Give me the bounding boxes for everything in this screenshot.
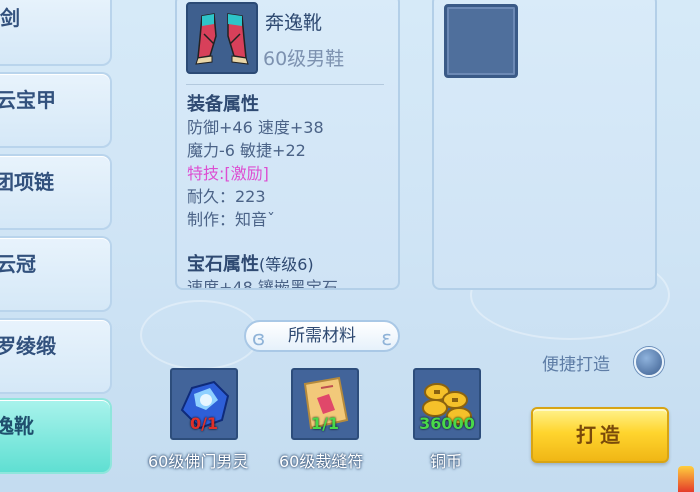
background-swirl bbox=[140, 300, 260, 370]
tailor-talisman-icon: 1/1 bbox=[291, 368, 359, 440]
material-label: 铜币 bbox=[430, 452, 463, 471]
material-slot[interactable]: 36000 bbox=[413, 368, 481, 440]
swirl-right-icon: ɛ bbox=[381, 326, 392, 350]
material-count: 36000 bbox=[419, 414, 475, 433]
item-info-panel: 奔逸靴 60级男鞋 装备属性 防御+46 速度+38 魔力-6 敏捷+22 特技… bbox=[175, 0, 400, 290]
firecracker-icon bbox=[678, 466, 694, 492]
materials-header: ɞ 所需材料 ɛ bbox=[244, 320, 400, 352]
stats-line: 防御+46 速度+38 bbox=[187, 118, 324, 137]
equipment-list-item-label: 剑 bbox=[0, 6, 20, 30]
material-count: 0/1 bbox=[189, 414, 219, 433]
boots-icon[interactable] bbox=[186, 2, 258, 74]
equipment-list-item-label: 云宝甲 bbox=[0, 88, 56, 112]
equipment-list-item[interactable]: 剑 bbox=[0, 0, 112, 66]
equipment-list-item[interactable]: 团项链 bbox=[0, 154, 112, 230]
forge-button[interactable]: 打造 bbox=[531, 407, 669, 463]
equipment-attributes-title: 装备属性 bbox=[187, 94, 259, 115]
durability-line: 耐久：223 bbox=[187, 187, 266, 206]
materials-header-label: 所需材料 bbox=[288, 326, 356, 346]
equipment-list-item[interactable]: 云冠 bbox=[0, 236, 112, 312]
spirit-stone-icon: 0/1 bbox=[170, 368, 238, 440]
swirl-left-icon: ɞ bbox=[252, 326, 266, 350]
gem-level: (等级6) bbox=[259, 255, 314, 274]
gem-title: 宝石属性 bbox=[187, 254, 259, 275]
stunt-line: 特技:[激励] bbox=[187, 160, 269, 184]
stats-line: 魔力-6 敏捷+22 bbox=[187, 141, 306, 160]
item-level-type: 60级男鞋 bbox=[263, 48, 345, 70]
divider bbox=[186, 84, 384, 85]
gem-attributes-title: 宝石属性(等级6) bbox=[187, 250, 314, 276]
equipment-list-item-label: 逸靴 bbox=[0, 414, 34, 438]
stunt-label: 特技: bbox=[187, 164, 225, 183]
empty-item-slot[interactable] bbox=[444, 4, 518, 78]
item-name: 奔逸靴 bbox=[265, 12, 323, 34]
equipment-list-item[interactable]: 云宝甲 bbox=[0, 72, 112, 148]
material-label: 60级佛门男灵 bbox=[148, 452, 249, 471]
maker-line: 制作：知音ˇ bbox=[187, 210, 276, 229]
material-slot[interactable]: 0/1 bbox=[170, 368, 238, 440]
equipment-list: 剑 云宝甲 团项链 云冠 罗绫缎 逸靴 bbox=[0, 0, 116, 492]
material-slot[interactable]: 1/1 bbox=[291, 368, 359, 440]
result-panel bbox=[432, 0, 657, 290]
equipment-list-item[interactable]: 罗绫缎 bbox=[0, 318, 112, 394]
material-count: 1/1 bbox=[310, 414, 340, 433]
quick-forge-label: 便捷打造 bbox=[542, 355, 610, 375]
gem-stats-line: 速度+48 镶嵌黑宝石 bbox=[187, 278, 338, 290]
stunt-value: [激励] bbox=[224, 164, 269, 183]
quick-forge-toggle[interactable] bbox=[634, 347, 664, 377]
copper-coins-icon: 36000 bbox=[413, 368, 481, 440]
equipment-list-item-selected[interactable]: 逸靴 bbox=[0, 398, 112, 474]
equipment-list-item-label: 罗绫缎 bbox=[0, 334, 56, 358]
equipment-list-item-label: 云冠 bbox=[0, 252, 36, 276]
material-label: 60级裁缝符 bbox=[279, 452, 364, 471]
equipment-list-item-label: 团项链 bbox=[0, 170, 54, 194]
